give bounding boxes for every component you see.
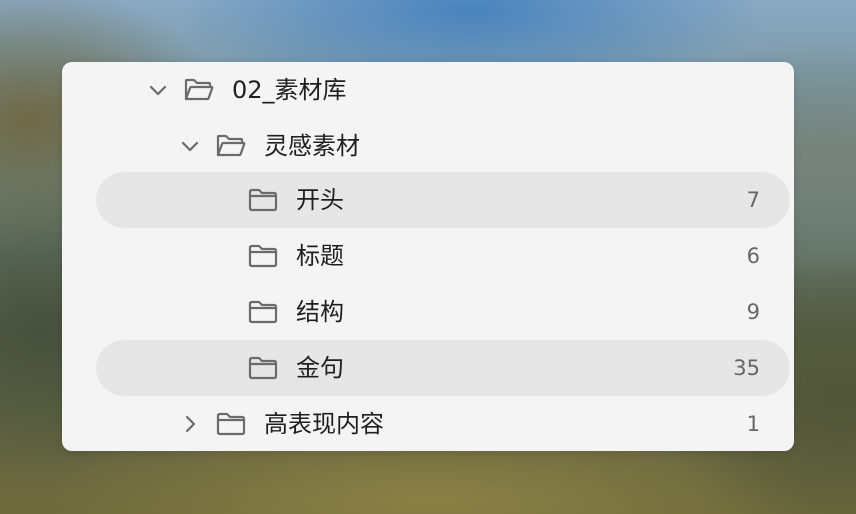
chevron-down-icon[interactable]: [180, 136, 200, 156]
folder-open-icon: [184, 77, 214, 103]
item-count: 6: [746, 244, 760, 268]
folder-icon: [216, 411, 246, 437]
item-count: 9: [746, 300, 760, 324]
tree-item-label: 02_素材库: [232, 76, 347, 104]
folder-icon: [248, 187, 278, 213]
tree-item-sucaiku[interactable]: 02_素材库: [62, 62, 794, 118]
folder-tree-panel: 02_素材库 灵感素材 开头 7 标题 6 结构 9 金句 35 高表现内容 1: [62, 62, 794, 451]
folder-icon: [248, 299, 278, 325]
tree-item-label: 高表现内容: [264, 410, 384, 438]
folder-icon: [248, 243, 278, 269]
item-count: 35: [733, 356, 760, 380]
tree-item-label: 灵感素材: [264, 132, 360, 160]
tree-item-linggan[interactable]: 灵感素材: [62, 118, 794, 174]
folder-open-icon: [216, 133, 246, 159]
item-count: 7: [746, 188, 760, 212]
tree-item-label: 金句: [296, 354, 344, 382]
tree-item-label: 标题: [296, 242, 344, 270]
tree-item-label: 开头: [296, 186, 344, 214]
folder-icon: [248, 355, 278, 381]
chevron-down-icon[interactable]: [148, 80, 168, 100]
tree-item-label: 结构: [296, 298, 344, 326]
item-count: 1: [746, 412, 760, 436]
tree-item-kaitou[interactable]: 开头 7: [96, 172, 790, 228]
chevron-right-icon[interactable]: [180, 414, 200, 434]
tree-item-biaoti[interactable]: 标题 6: [96, 228, 790, 284]
tree-item-gaobiaoxian[interactable]: 高表现内容 1: [62, 396, 794, 452]
tree-item-jiegou[interactable]: 结构 9: [96, 284, 790, 340]
tree-item-jinju[interactable]: 金句 35: [96, 340, 790, 396]
